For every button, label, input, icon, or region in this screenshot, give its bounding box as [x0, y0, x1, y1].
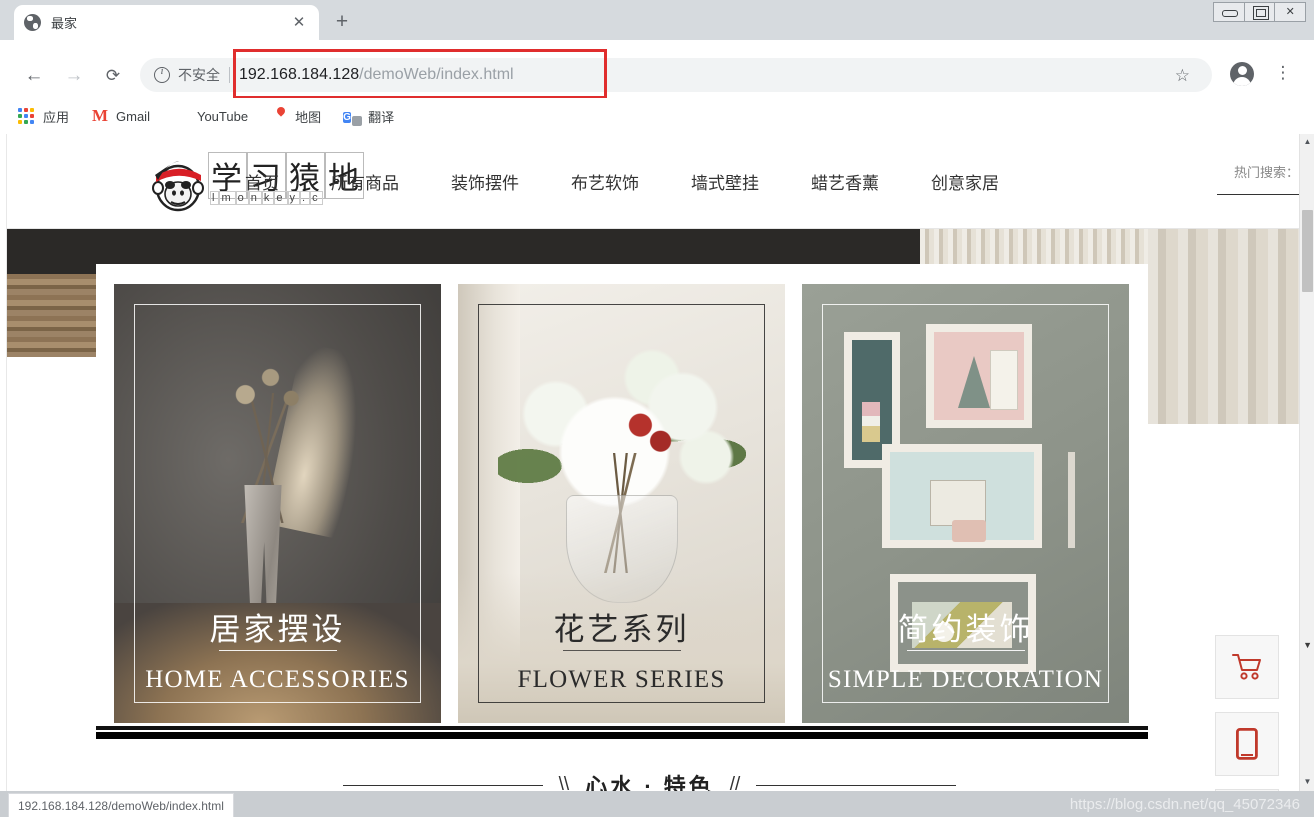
- scroll-down-arrow-icon[interactable]: ▼: [1303, 640, 1312, 650]
- nav-item-decor-ornaments[interactable]: 装饰摆件: [451, 169, 519, 194]
- scrollbar-thumb[interactable]: [1302, 210, 1313, 292]
- bookmark-label: Gmail: [116, 108, 150, 124]
- shopping-cart-button[interactable]: [1215, 635, 1279, 699]
- bookmark-youtube[interactable]: YouTube: [172, 107, 248, 125]
- category-card-flower-series[interactable]: 花艺系列 FLOWER SERIES: [458, 284, 785, 723]
- info-circle-icon[interactable]: [154, 65, 170, 83]
- bookmark-maps[interactable]: 地图: [270, 107, 321, 126]
- minimize-icon[interactable]: [1214, 3, 1245, 21]
- scroll-down-arrow-bottom-icon[interactable]: ▼: [1300, 774, 1314, 791]
- gmail-icon: M: [91, 106, 109, 125]
- url-text: 192.168.184.128/demoWeb/index.html: [239, 66, 514, 84]
- nav-item-wall-hanging[interactable]: 墙式壁挂: [691, 169, 759, 194]
- bookmark-star-icon[interactable]: ☆: [1175, 66, 1190, 86]
- mobile-phone-icon: [1236, 728, 1258, 760]
- site-header: 学习猿地 lmonkey.c 首页 所有商品 装饰摆件 布艺软饰 墙式壁挂 蜡艺…: [0, 134, 1303, 229]
- bookmark-label: 应用: [43, 109, 70, 125]
- heading-slash-left: \\: [558, 774, 570, 791]
- section-divider-bar: [96, 730, 1148, 739]
- divider: [229, 67, 230, 83]
- floating-action-buttons: [1215, 635, 1279, 791]
- close-icon[interactable]: ✕: [289, 13, 309, 33]
- bookmark-label: 地图: [295, 109, 322, 125]
- card-title-cn: 居家摆设: [209, 612, 346, 647]
- heading-slash-right: //: [729, 774, 741, 791]
- card-title-cn: 简约装饰: [897, 612, 1034, 647]
- bookmark-label: 翻译: [368, 109, 395, 125]
- new-tab-button[interactable]: +: [330, 11, 354, 35]
- heading-text: 心水 · 特色: [585, 774, 714, 791]
- apps-grid-icon: [18, 107, 36, 126]
- avatar[interactable]: [1230, 62, 1254, 86]
- url-host: 192.168.184.128: [239, 66, 360, 83]
- site-nav: 首页 所有商品 装饰摆件 布艺软饰 墙式壁挂 蜡艺香薰 创意家居: [245, 134, 1051, 229]
- reload-button[interactable]: ⟳: [97, 60, 129, 92]
- shopping-cart-icon: [1232, 654, 1261, 680]
- category-card-home-accessories[interactable]: 居家摆设 HOME ACCESSORIES: [114, 284, 441, 723]
- security-label: 不安全: [178, 67, 220, 83]
- hot-search-underline: [1217, 194, 1303, 195]
- watermark-text: https://blog.csdn.net/qq_45072346: [1069, 796, 1300, 813]
- nav-item-home[interactable]: 首页: [245, 169, 279, 194]
- maximize-icon[interactable]: [1245, 3, 1276, 21]
- status-url-bubble: 192.168.184.128/demoWeb/index.html: [8, 793, 234, 817]
- forward-button[interactable]: →: [58, 60, 90, 92]
- hot-search-label: 热门搜索：: [1233, 165, 1299, 180]
- category-card-simple-decoration[interactable]: 简约装饰 SIMPLE DECORATION: [802, 284, 1129, 723]
- bookmarks-bar: 应用 M Gmail YouTube 地图 G 翻译: [0, 98, 1314, 134]
- tab-title: 最家: [51, 16, 78, 31]
- scroll-up-arrow-icon[interactable]: ▲: [1300, 134, 1314, 151]
- nav-item-candle-aroma[interactable]: 蜡艺香薰: [811, 169, 879, 194]
- url-path: /demoWeb/index.html: [359, 66, 514, 83]
- heading-rule-right: [756, 784, 957, 786]
- viewport-left-edge: [0, 134, 7, 791]
- card-title-en: SIMPLE DECORATION: [827, 666, 1104, 693]
- card-title-rule: [218, 650, 337, 651]
- page-viewport: 学习猿地 lmonkey.c 首页 所有商品 装饰摆件 布艺软饰 墙式壁挂 蜡艺…: [0, 134, 1314, 791]
- maps-icon: [270, 107, 288, 125]
- mobile-phone-button[interactable]: [1215, 712, 1279, 776]
- browser-window: 最家 ✕ + ✕ ← → ⟳ 不安全 192.168.184.128/demoW…: [0, 0, 1314, 817]
- card-title-en: HOME ACCESSORIES: [145, 666, 410, 693]
- translate-icon: G: [343, 112, 351, 123]
- card-title-cn: 花艺系列: [553, 612, 690, 647]
- nav-item-fabric-decor[interactable]: 布艺软饰: [571, 169, 639, 194]
- address-bar[interactable]: 不安全 192.168.184.128/demoWeb/index.html ☆: [140, 58, 1212, 92]
- bookmark-translate[interactable]: G 翻译: [343, 107, 394, 126]
- globe-icon: [24, 14, 41, 31]
- back-button[interactable]: ←: [18, 60, 50, 92]
- bookmark-gmail[interactable]: M Gmail: [91, 107, 150, 125]
- status-bar: 192.168.184.128/demoWeb/index.html https…: [0, 791, 1314, 817]
- monkey-logo-icon: [152, 160, 204, 212]
- youtube-icon: [172, 107, 190, 125]
- bookmark-apps[interactable]: 应用: [18, 107, 69, 126]
- chrome-menu-icon[interactable]: ⋮: [1274, 62, 1292, 86]
- card-title-rule: [562, 650, 681, 651]
- page-scrollbar[interactable]: ▲ ▼ ▼: [1299, 134, 1314, 791]
- browser-tab[interactable]: 最家 ✕: [14, 5, 319, 40]
- close-window-icon[interactable]: ✕: [1275, 3, 1305, 21]
- divider-top-line: [96, 726, 1148, 729]
- tab-strip: 最家 ✕ + ✕: [0, 0, 1314, 40]
- heading-rule-left: [342, 784, 543, 786]
- card-title-en: FLOWER SERIES: [517, 666, 726, 693]
- bookmark-label: YouTube: [196, 108, 249, 124]
- web-page: 学习猿地 lmonkey.c 首页 所有商品 装饰摆件 布艺软饰 墙式壁挂 蜡艺…: [0, 134, 1303, 791]
- category-card-row: 居家摆设 HOME ACCESSORIES 花艺系列 FLOWER SERIES…: [96, 284, 1148, 723]
- card-title-rule: [906, 650, 1025, 651]
- nav-item-creative-home[interactable]: 创意家居: [931, 169, 999, 194]
- window-controls: ✕: [1213, 2, 1306, 22]
- section-heading: \\ 心水 · 特色 //: [0, 770, 1299, 791]
- nav-item-all-products[interactable]: 所有商品: [331, 169, 399, 194]
- banner-right-texture: [1148, 229, 1299, 424]
